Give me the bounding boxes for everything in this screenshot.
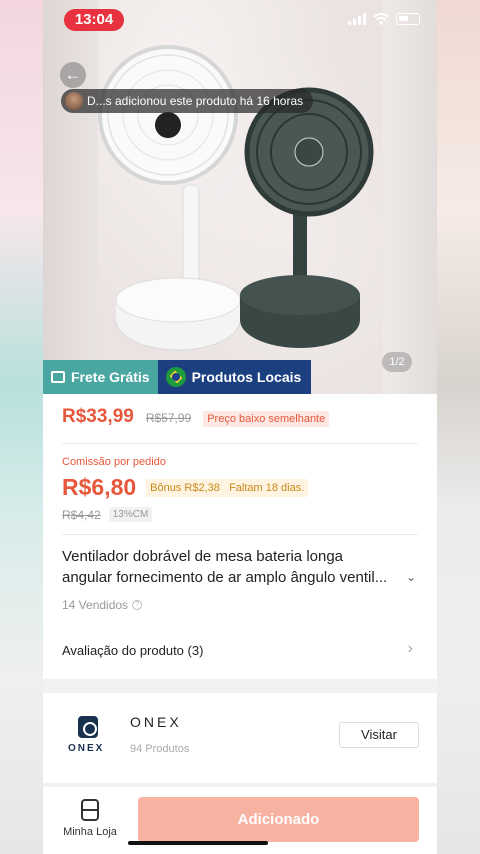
status-icons [348,13,420,25]
shop-logo-text: ONEX [68,743,105,754]
help-icon[interactable]: ? [132,600,143,610]
shop-name[interactable]: ONEX [130,714,182,730]
my-store-button[interactable]: Minha Loja [59,799,121,838]
product-review-row[interactable]: Avaliação do produto (3) › [43,632,437,670]
activity-toast: D...s adicionou este produto há 16 horas [61,89,314,113]
product-title-line-2: angular fornecimento de ar amplo ângulo … [62,569,388,586]
my-store-label: Minha Loja [63,826,117,838]
home-indicator[interactable] [128,841,268,845]
commission-rate-badge: 13%CM [108,507,153,522]
bonus-badge: Bônus R$2,38 Faltam 18 dias. [146,478,309,497]
added-button[interactable]: Adicionado [138,797,419,842]
chevron-down-icon[interactable]: ⌄ [406,570,416,584]
similar-price-badge: Preço baixo semelhante [203,411,330,427]
fans-illustration [98,45,374,351]
old-commission: R$4,42 [62,507,101,522]
status-bar: 13:04 [0,0,480,40]
cellular-signal-icon [348,13,366,25]
bonus-text: Bônus R$2,38 [150,481,220,494]
product-title[interactable]: Ventilador dobrável de mesa bateria long… [62,546,402,588]
original-price: R$57,99 [145,411,192,425]
days-left-text: Faltam 18 dias. [229,481,305,494]
product-page: 1/2 Frete Grátis Produtos Locais ← D...s… [43,0,437,854]
free-shipping-label: Frete Grátis [71,369,150,385]
product-image[interactable]: 1/2 Frete Grátis Produtos Locais [43,0,437,394]
review-label: Avaliação do produto (3) [62,643,204,658]
shop-product-count: 94 Produtos [130,743,190,755]
commission-label: Comissão por pedido [62,456,166,468]
chevron-right-icon: › [407,640,413,657]
blurred-backdrop-right [436,0,480,854]
battery-icon [396,13,420,25]
product-tags: Frete Grátis Produtos Locais [43,360,312,394]
divider [62,534,418,535]
sold-count: 14 Vendidos ? [62,598,143,612]
local-products-label: Produtos Locais [191,369,302,385]
store-icon [81,799,99,821]
back-button[interactable]: ← [60,62,86,88]
divider [62,443,418,444]
wifi-icon [373,13,389,25]
truck-icon [51,371,65,383]
shop-logo[interactable]: ONEX [63,713,113,763]
sold-count-text: 14 Vendidos [62,598,129,612]
avatar [65,92,83,110]
image-counter: 1/2 [382,352,412,372]
commission-value: R$6,80 [62,474,137,500]
commission-row: R$6,80 Bônus R$2,38 Faltam 18 dias. [62,474,309,501]
shop-logo-mark-icon [78,716,98,738]
activity-toast-text: D...s adicionou este produto há 16 horas [87,94,304,108]
section-separator [43,679,437,693]
blurred-backdrop-left [0,0,44,854]
local-products-tag: Produtos Locais [157,360,312,394]
visit-button[interactable]: Visitar [339,722,419,748]
status-time: 13:04 [64,9,124,31]
product-title-line-1: Ventilador dobrável de mesa bateria long… [62,548,344,565]
free-shipping-tag: Frete Grátis [43,360,158,394]
brazil-flag-icon [165,367,186,387]
current-price: R$33,99 [62,406,134,427]
arrow-left-icon: ← [64,65,82,84]
price-row: R$33,99 R$57,99 Preço baixo semelhante [62,406,330,428]
shop-card: ONEX ONEX 94 Produtos Visitar [43,693,437,783]
commission-detail: R$4,42 13%CM [62,507,153,522]
